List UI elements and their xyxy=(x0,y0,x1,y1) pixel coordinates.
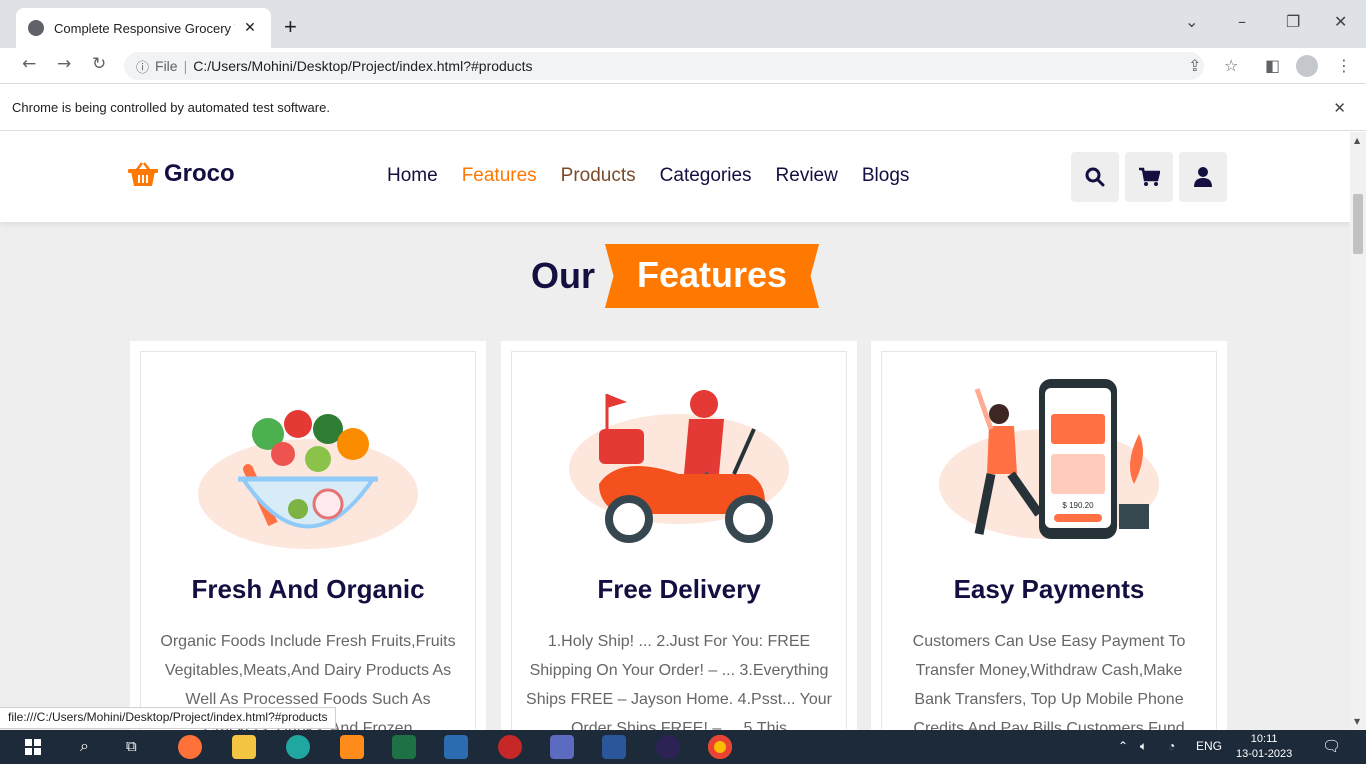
eclipse-icon[interactable] xyxy=(656,735,680,759)
nav-home[interactable]: Home xyxy=(387,165,438,187)
tab-search-icon[interactable]: ⌄ xyxy=(1185,12,1198,31)
forward-icon[interactable]: → xyxy=(57,54,71,74)
feature-card: $ 190.20 Easy Payments Customers Can Use… xyxy=(871,341,1227,730)
system-clock[interactable]: 10:11 13-01-2023 xyxy=(1236,732,1292,762)
feature-card: Free Delivery 1.Holy Ship! ... 2.Just Fo… xyxy=(501,341,857,730)
language-indicator[interactable]: ENG xyxy=(1196,739,1222,753)
status-link-preview: file:///C:/Users/Mohini/Desktop/Project/… xyxy=(0,707,337,729)
browser-toolbar: ← → ↻ ⓘ File | C:/Users/Mohini/Desktop/P… xyxy=(0,48,1366,84)
infobar-close-icon[interactable]: ✕ xyxy=(1333,99,1346,117)
page-scrollbar[interactable]: ▲ ▼ xyxy=(1350,132,1366,730)
profile-avatar[interactable] xyxy=(1296,55,1318,77)
feature-card-frame: Fresh And Organic Organic Foods Include … xyxy=(140,351,476,730)
heading-prefix: Our xyxy=(530,255,595,296)
tab-strip: Complete Responsive Grocery W ✕ + ⌄ – ❐ … xyxy=(0,0,1366,48)
globe-icon xyxy=(28,20,44,36)
feature-description: Customers Can Use Easy Payment To Transf… xyxy=(912,633,1186,730)
mobile-payment-icon: $ 190.20 xyxy=(939,379,1159,539)
reload-icon[interactable]: ↻ xyxy=(92,54,106,74)
url-text[interactable]: C:/Users/Mohini/Desktop/Project/index.ht… xyxy=(193,58,532,74)
scroll-up-arrow-icon[interactable]: ▲ xyxy=(1354,136,1360,145)
restore-icon[interactable]: ❐ xyxy=(1286,12,1300,31)
basket-icon xyxy=(128,162,158,186)
logo-text: Groco xyxy=(164,160,235,187)
page-viewport: Groco Home Features Products Categories … xyxy=(0,132,1350,730)
chrome-icon[interactable] xyxy=(708,735,732,759)
heading-highlight: Features xyxy=(604,244,820,308)
logo[interactable]: Groco xyxy=(128,160,235,188)
scroll-down-arrow-icon[interactable]: ▼ xyxy=(1354,717,1360,726)
url-separator: | xyxy=(183,58,188,74)
search-button[interactable] xyxy=(1071,152,1119,202)
vpn-shield-icon[interactable] xyxy=(444,735,468,759)
cart-button[interactable] xyxy=(1125,152,1173,202)
feature-description: 1.Holy Ship! ... 2.Just For You: FREE Sh… xyxy=(526,633,832,730)
volume-icon[interactable]: 🔈︎ xyxy=(1140,739,1147,754)
new-tab-button[interactable]: + xyxy=(284,14,297,40)
clock-date: 13-01-2023 xyxy=(1236,748,1293,760)
app-blue-icon[interactable] xyxy=(550,735,574,759)
infobar-text: Chrome is being controlled by automated … xyxy=(12,100,330,115)
nav-features[interactable]: Features xyxy=(462,165,537,187)
header-icons xyxy=(1071,152,1233,202)
search-icon[interactable]: ⌕ xyxy=(80,736,89,756)
share-icon[interactable]: ⇪ xyxy=(1188,56,1201,75)
tab-title: Complete Responsive Grocery W xyxy=(54,20,235,36)
nav-blogs[interactable]: Blogs xyxy=(862,165,910,187)
clock-time: 10:11 xyxy=(1250,733,1278,745)
automation-infobar: Chrome is being controlled by automated … xyxy=(0,85,1366,131)
feature-card-frame: $ 190.20 Easy Payments Customers Can Use… xyxy=(881,351,1217,730)
browser-tab[interactable]: Complete Responsive Grocery W ✕ xyxy=(16,8,271,48)
windows-start-icon[interactable] xyxy=(25,739,41,755)
nav-products[interactable]: Products xyxy=(561,165,636,187)
tab-close-icon[interactable]: ✕ xyxy=(241,20,259,36)
firefox-icon[interactable] xyxy=(178,735,202,759)
feature-title: Free Delivery xyxy=(597,574,761,604)
user-button[interactable] xyxy=(1179,152,1227,202)
wifi-icon[interactable]: ◔ xyxy=(1168,739,1175,753)
search-icon xyxy=(1085,167,1105,187)
excel-icon[interactable] xyxy=(392,735,416,759)
nav-categories[interactable]: Categories xyxy=(660,165,752,187)
task-view-icon[interactable]: ⧉ xyxy=(126,737,137,755)
close-window-icon[interactable]: ✕ xyxy=(1334,12,1347,31)
back-icon[interactable]: ← xyxy=(22,54,36,74)
notification-icon[interactable]: 🗨︎ xyxy=(1322,737,1341,755)
main-nav: Home Features Products Categories Review… xyxy=(387,165,933,187)
windows-taskbar: ⌕ ⧉ ⌃ 🔈︎ ◔ ENG 10:11 13-01-2023 🗨︎ xyxy=(0,730,1366,764)
salad-bowl-icon xyxy=(198,410,418,549)
address-bar[interactable]: ⓘ File | C:/Users/Mohini/Desktop/Project… xyxy=(124,52,1204,80)
nav-review[interactable]: Review xyxy=(776,165,838,187)
site-info-icon[interactable]: ⓘ xyxy=(136,57,149,76)
tray-chevron-icon[interactable]: ⌃ xyxy=(1118,739,1128,753)
payment-amount: $ 190.20 xyxy=(1062,501,1094,510)
word-icon[interactable] xyxy=(602,735,626,759)
feature-card-frame: Free Delivery 1.Holy Ship! ... 2.Just Fo… xyxy=(511,351,847,730)
scrollbar-thumb[interactable] xyxy=(1353,194,1363,254)
feature-title: Easy Payments xyxy=(953,574,1145,604)
feature-title: Fresh And Organic xyxy=(191,574,425,604)
delivery-scooter-icon xyxy=(569,390,789,543)
feature-card: Fresh And Organic Organic Foods Include … xyxy=(130,341,486,730)
minimize-icon[interactable]: – xyxy=(1238,12,1246,31)
user-icon xyxy=(1194,167,1212,187)
site-header: Groco Home Features Products Categories … xyxy=(0,132,1350,222)
cart-icon xyxy=(1139,167,1160,186)
file-explorer-icon[interactable] xyxy=(232,735,256,759)
app-red-icon[interactable] xyxy=(498,735,522,759)
sublime-icon[interactable] xyxy=(340,735,364,759)
edge-icon[interactable] xyxy=(286,735,310,759)
url-scheme: File xyxy=(155,58,178,74)
side-panel-icon[interactable]: ◧ xyxy=(1265,56,1280,75)
menu-kebab-icon[interactable]: ⋮ xyxy=(1336,56,1352,75)
section-heading: Our Features xyxy=(0,244,1350,308)
bookmark-star-icon[interactable]: ☆ xyxy=(1224,56,1238,75)
